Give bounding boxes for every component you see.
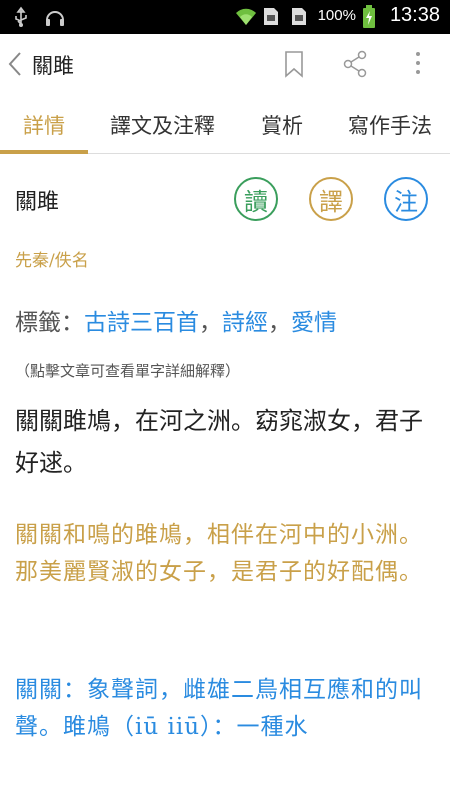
sim1-icon — [262, 5, 284, 27]
back-arrow-icon — [8, 52, 21, 76]
status-bar: 100% 13:38 — [0, 0, 450, 34]
tag-separator: ， — [199, 310, 222, 336]
bookmark-icon — [285, 51, 303, 78]
battery-percent: 100% — [317, 7, 356, 24]
tag-separator: ， — [268, 310, 291, 336]
tag-link[interactable]: 詩經 — [222, 310, 268, 336]
back-button[interactable] — [4, 46, 26, 82]
tab-details[interactable]: 詳情 — [23, 110, 65, 140]
tab-writing-technique[interactable]: 寫作手法 — [348, 110, 432, 140]
tag-link[interactable]: 古詩三百首 — [84, 310, 199, 336]
read-aloud-button[interactable]: 讀 — [234, 177, 278, 221]
poem-text[interactable]: 關關雎鳩，在河之洲。窈窕淑女，君子好逑。 — [15, 400, 435, 484]
app-title: 關雎 — [32, 54, 74, 78]
hint-text: （點擊文章可查看單字詳細解釋） — [15, 362, 241, 380]
share-icon — [343, 50, 367, 78]
tab-translation-notes[interactable]: 譯文及注釋 — [110, 110, 215, 140]
sim2-icon — [290, 5, 312, 27]
bookmark-button[interactable] — [282, 50, 306, 78]
headset-icon — [44, 6, 66, 28]
tags-row: 標籤：古詩三百首，詩經，愛情 — [15, 303, 337, 337]
share-button[interactable] — [342, 50, 368, 78]
tag-link[interactable]: 愛情 — [291, 310, 337, 336]
more-vert-icon — [416, 52, 420, 74]
translation-text: 關關和鳴的雎鳩，相伴在河中的小洲。那美麗賢淑的女子，是君子的好配偶。 — [15, 522, 423, 585]
notes-text: 關關：象聲詞，雌雄二鳥相互應和的叫聲。雎鳩（iū iiū）：一種水 — [15, 677, 423, 740]
more-options-button[interactable] — [408, 48, 428, 78]
poem-title: 關雎 — [15, 190, 60, 215]
show-notes-button[interactable]: 注 — [384, 177, 428, 221]
show-translation-button[interactable]: 譯 — [309, 177, 353, 221]
clock: 13:38 — [389, 4, 440, 26]
active-tab-indicator — [0, 150, 88, 154]
usb-icon — [10, 6, 32, 28]
tab-bar: 詳情 譯文及注釋 賞析 寫作手法 — [0, 94, 450, 154]
tab-appreciation[interactable]: 賞析 — [261, 110, 303, 140]
tags-label: 標籤： — [15, 310, 84, 336]
wifi-icon — [234, 5, 256, 27]
battery-charging-icon — [362, 4, 384, 28]
app-bar: 關雎 — [0, 34, 450, 94]
dynasty-author[interactable]: 先秦/佚名 — [15, 246, 89, 271]
